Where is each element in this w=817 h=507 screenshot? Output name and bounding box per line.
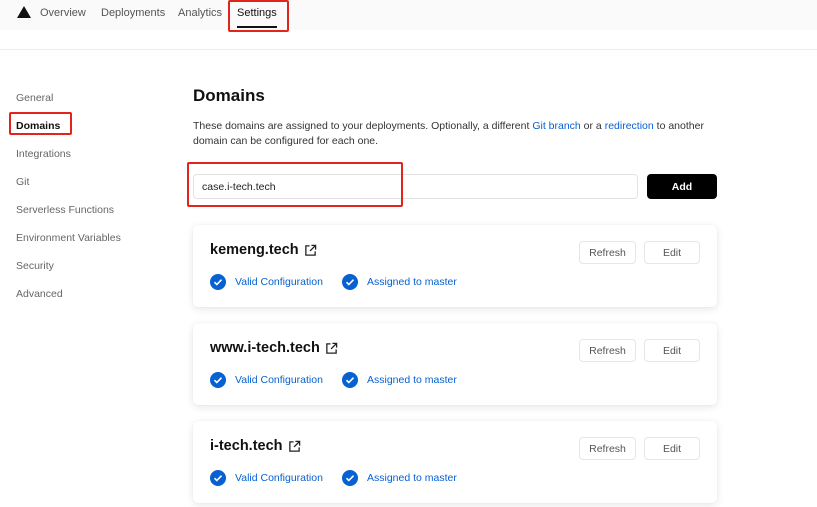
sidebar-item-advanced[interactable]: Advanced <box>16 287 63 301</box>
check-circle-icon <box>342 470 358 486</box>
refresh-button[interactable]: Refresh <box>579 241 636 264</box>
edit-button[interactable]: Edit <box>644 339 700 362</box>
refresh-button[interactable]: Refresh <box>579 339 636 362</box>
domain-title: i-tech.tech <box>210 438 301 454</box>
assigned-status: Assigned to master <box>342 372 457 388</box>
sidebar-item-security[interactable]: Security <box>16 259 54 273</box>
valid-config-status: Valid Configuration <box>210 372 323 388</box>
tab-overview[interactable]: Overview <box>40 6 86 20</box>
page-title: Domains <box>193 86 265 105</box>
sidebar-item-general[interactable]: General <box>16 91 53 105</box>
description-text: or a <box>580 120 605 132</box>
status-label: Valid Configuration <box>235 276 323 288</box>
domain-name[interactable]: www.i-tech.tech <box>210 340 320 356</box>
assigned-status: Assigned to master <box>342 470 457 486</box>
sidebar-item-serverless-functions[interactable]: Serverless Functions <box>16 203 114 217</box>
status-label: Assigned to master <box>367 374 457 386</box>
check-circle-icon <box>210 274 226 290</box>
sidebar-item-integrations[interactable]: Integrations <box>16 147 71 161</box>
domain-title: www.i-tech.tech <box>210 340 338 356</box>
valid-config-status: Valid Configuration <box>210 274 323 290</box>
page-description: These domains are assigned to your deplo… <box>193 119 723 149</box>
domain-name[interactable]: i-tech.tech <box>210 438 283 454</box>
domain-title: kemeng.tech <box>210 242 317 258</box>
status-label: Assigned to master <box>367 472 457 484</box>
tab-analytics[interactable]: Analytics <box>178 6 222 20</box>
domains-highlight-box <box>9 112 72 135</box>
refresh-button[interactable]: Refresh <box>579 437 636 460</box>
status-label: Assigned to master <box>367 276 457 288</box>
valid-config-status: Valid Configuration <box>210 470 323 486</box>
description-text: These domains are assigned to your deplo… <box>193 120 533 132</box>
check-circle-icon <box>342 274 358 290</box>
domain-card: i-tech.tech Valid Configuration Assigned… <box>193 421 717 503</box>
sidebar-item-git[interactable]: Git <box>16 175 29 189</box>
domain-name[interactable]: kemeng.tech <box>210 242 299 258</box>
check-circle-icon <box>210 470 226 486</box>
redirection-link[interactable]: redirection <box>605 120 654 132</box>
status-label: Valid Configuration <box>235 374 323 386</box>
external-link-icon[interactable] <box>325 342 338 355</box>
tab-deployments[interactable]: Deployments <box>101 6 165 20</box>
settings-highlight-box <box>228 0 289 32</box>
domain-card: kemeng.tech Valid Configuration Assigned… <box>193 225 717 307</box>
sidebar-item-environment-variables[interactable]: Environment Variables <box>16 231 121 245</box>
git-branch-link[interactable]: Git branch <box>532 120 580 132</box>
edit-button[interactable]: Edit <box>644 437 700 460</box>
domain-card: www.i-tech.tech Valid Configuration Assi… <box>193 323 717 405</box>
top-nav: Overview Deployments Analytics Settings <box>0 0 817 32</box>
input-highlight-box <box>187 162 403 207</box>
edit-button[interactable]: Edit <box>644 241 700 264</box>
check-circle-icon <box>210 372 226 388</box>
triangle-logo-icon[interactable] <box>17 6 31 18</box>
header-divider <box>0 49 817 50</box>
add-button[interactable]: Add <box>647 174 717 199</box>
status-label: Valid Configuration <box>235 472 323 484</box>
check-circle-icon <box>342 372 358 388</box>
external-link-icon[interactable] <box>288 440 301 453</box>
external-link-icon[interactable] <box>304 244 317 257</box>
assigned-status: Assigned to master <box>342 274 457 290</box>
